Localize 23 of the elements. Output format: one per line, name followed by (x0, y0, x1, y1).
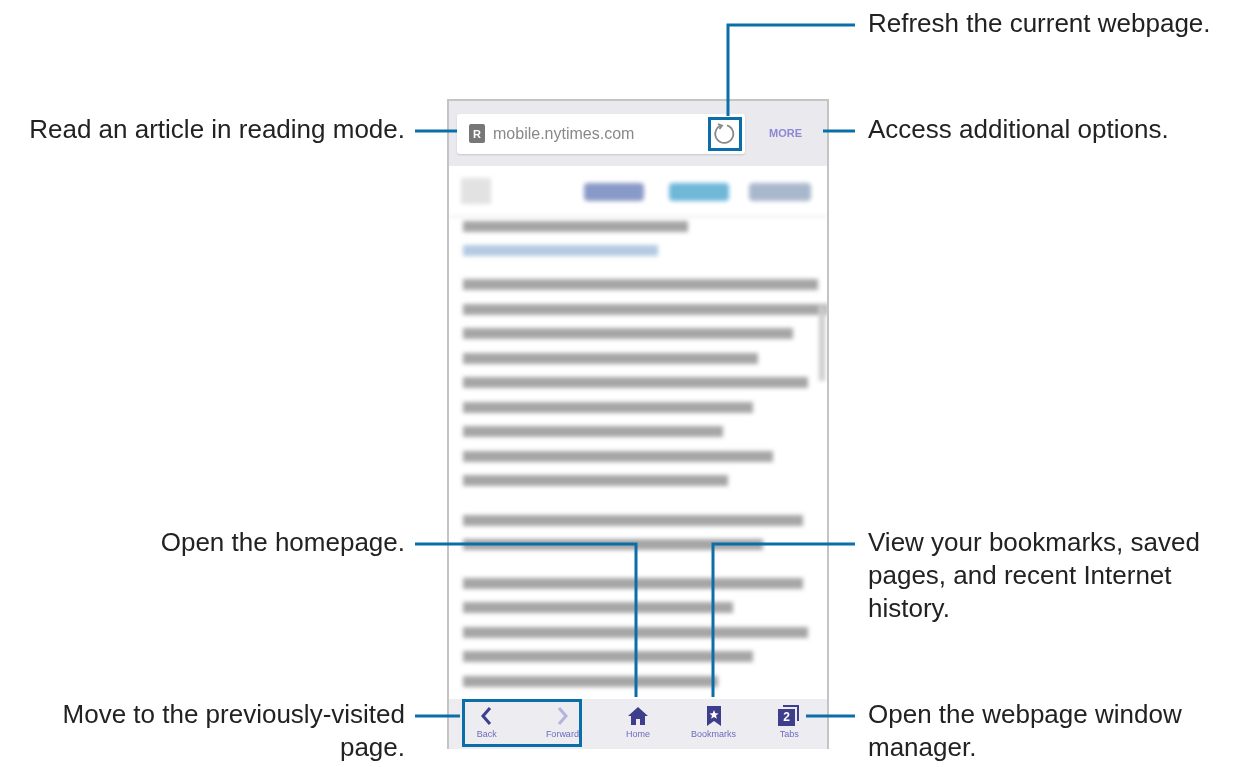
home-icon (627, 705, 649, 727)
refresh-icon (713, 121, 737, 146)
reader-mode-badge[interactable]: R (469, 124, 485, 143)
callout-text: Access additional options. (868, 113, 1169, 146)
back-button[interactable]: Back (449, 699, 525, 749)
callout-text: Open the webpage window manager. (868, 698, 1183, 764)
leader-line (806, 714, 855, 718)
leader-line (415, 714, 460, 718)
refresh-button[interactable] (708, 116, 742, 151)
bookmarks-button[interactable]: Bookmarks (675, 699, 752, 749)
callout-text: Move to the previously-visited page. (61, 698, 405, 764)
tabs-button[interactable]: 2 Tabs (751, 699, 827, 749)
callout-text: View your bookmarks, saved pages, and recent Internet history. (868, 526, 1201, 626)
leader-line (415, 129, 457, 133)
url-field[interactable]: R mobile.nytimes.com (457, 113, 745, 154)
callout-text: Refresh the current webpage. (868, 7, 1211, 40)
callout-text: Open the homepage. (160, 526, 405, 559)
callout-text: Read an article in reading mode. (29, 113, 405, 146)
bookmark-icon (704, 705, 723, 727)
leader-line (823, 129, 855, 133)
url-text: mobile.nytimes.com (493, 123, 636, 144)
home-button[interactable]: Home (600, 699, 676, 749)
more-button[interactable]: MORE (769, 125, 802, 142)
